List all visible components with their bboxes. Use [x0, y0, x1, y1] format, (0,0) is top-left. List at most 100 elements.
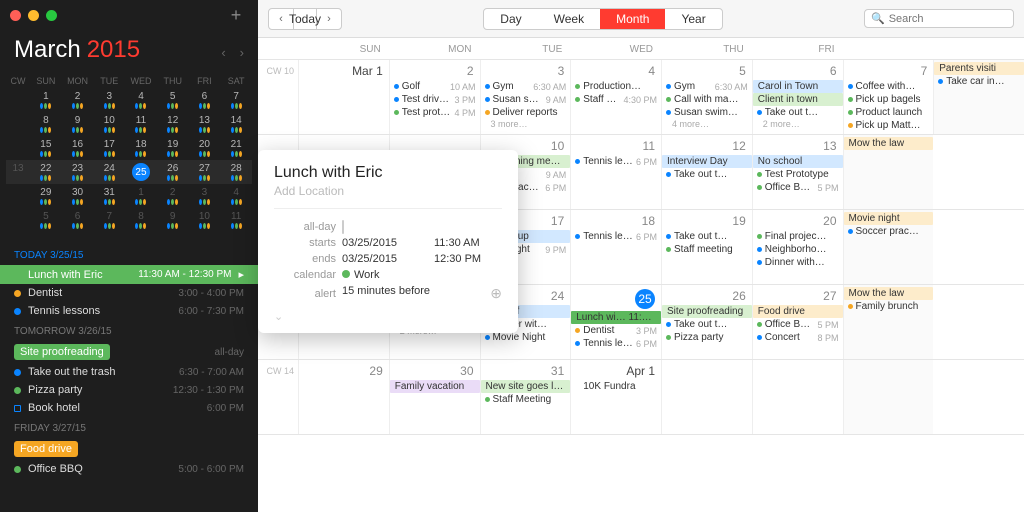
event-item[interactable]: Coffee with…	[844, 80, 934, 93]
zoom-icon[interactable]	[46, 10, 57, 21]
event-item[interactable]: Take car in…	[934, 75, 1024, 88]
agenda-item[interactable]: Book hotel6:00 PM	[0, 399, 258, 417]
event-item[interactable]: Concert8 PM	[753, 331, 843, 344]
day-cell[interactable]: Mow the law	[843, 135, 934, 209]
event-item[interactable]: Gym6:30 AM	[662, 80, 752, 93]
agenda-item[interactable]: Take out the trash6:30 - 7:00 AM	[0, 363, 258, 381]
event-item[interactable]: Tennis lessons6 PM	[571, 230, 661, 243]
agenda-item[interactable]: Food drive	[0, 438, 258, 460]
event-item[interactable]: Susan swim…	[662, 106, 752, 119]
event-item[interactable]: Take out t…	[753, 106, 843, 119]
popover-ends-date[interactable]: 03/25/2015	[342, 253, 428, 265]
event-popover[interactable]: Lunch with Eric Add Location all-day sta…	[258, 150, 518, 333]
more-events[interactable]: 3 more…	[481, 119, 571, 129]
event-item[interactable]: Test prototype4 PM	[390, 106, 480, 119]
search-input[interactable]	[889, 13, 1007, 25]
event-bar[interactable]: Site proofreading	[662, 305, 752, 318]
event-bar[interactable]: Mow the law	[844, 287, 934, 300]
event-item[interactable]: Tennis lessons6 PM	[571, 155, 661, 168]
day-cell[interactable]: 3Gym6:30 AMSusan swim…9 AMDeliver report…	[480, 60, 571, 134]
day-cell[interactable]: 20Final projec…Neighborho…Dinner with…	[752, 210, 843, 284]
event-bar[interactable]: Movie night	[844, 212, 934, 225]
event-bar[interactable]: Food drive	[753, 305, 843, 318]
day-cell[interactable]: 18Tennis lessons6 PM	[570, 210, 661, 284]
event-bar[interactable]: Lunch wi… 11:30 AM	[571, 311, 661, 324]
event-item[interactable]: Pick up Matt…	[844, 119, 934, 132]
event-bar[interactable]: Carol in Town	[753, 80, 843, 93]
next-month-icon[interactable]: ›	[240, 45, 244, 60]
popover-starts-time[interactable]: 11:30 AM	[434, 237, 502, 249]
event-item[interactable]: Test drive Te…3 PM	[390, 93, 480, 106]
view-day[interactable]: Day	[484, 9, 537, 29]
event-bar[interactable]: Client in town	[753, 93, 843, 106]
event-item[interactable]: Golf10 AM	[390, 80, 480, 93]
event-item[interactable]: Test Prototype	[753, 168, 843, 181]
day-cell[interactable]: Mow the lawFamily brunch	[843, 285, 934, 359]
popover-expand-icon[interactable]: ⌄	[274, 310, 502, 323]
day-cell[interactable]: 12Interview DayTake out t…	[661, 135, 752, 209]
event-bar[interactable]: New site goes live	[481, 380, 571, 393]
day-cell[interactable]: 6Carol in TownClient in townTake out t…2…	[752, 60, 843, 134]
event-item[interactable]: Susan swim…9 AM	[481, 93, 571, 106]
view-month[interactable]: Month	[600, 9, 665, 29]
popover-starts-date[interactable]: 03/25/2015	[342, 237, 428, 249]
day-cell[interactable]: Parents visitiTake car in…	[933, 60, 1024, 134]
event-bar[interactable]: Family vacation	[390, 380, 480, 393]
event-item[interactable]: 10K Fundra	[571, 380, 661, 393]
event-item[interactable]: Staff meeting	[662, 243, 752, 256]
search-field[interactable]: 🔍	[864, 9, 1014, 28]
agenda-item[interactable]: Office BBQ5:00 - 6:00 PM	[0, 460, 258, 478]
event-item[interactable]: Production…	[571, 80, 661, 93]
popover-location[interactable]: Add Location	[274, 184, 502, 198]
day-cell[interactable]: 7Coffee with…Pick up bagelsProduct launc…	[843, 60, 934, 134]
day-cell[interactable]: 29	[298, 360, 389, 434]
popover-title[interactable]: Lunch with Eric	[274, 164, 502, 182]
day-cell[interactable]: Mar 1	[298, 60, 389, 134]
day-cell[interactable]: 31New site goes liveStaff Meeting	[480, 360, 571, 434]
agenda-item[interactable]: Dentist3:00 - 4:00 PM	[0, 284, 258, 302]
day-cell[interactable]: Apr 110K Fundra	[570, 360, 661, 434]
event-item[interactable]: Neighborho…	[753, 243, 843, 256]
event-item[interactable]: Take out t…	[662, 318, 752, 331]
next-button[interactable]: ›	[317, 9, 341, 29]
more-events[interactable]: 2 more…	[753, 119, 843, 129]
event-item[interactable]: Pizza party	[662, 331, 752, 344]
popover-ends-time[interactable]: 12:30 PM	[434, 253, 502, 265]
day-cell[interactable]: 4Production…Staff meet…4:30 PM	[570, 60, 661, 134]
event-item[interactable]: Call with ma…	[662, 93, 752, 106]
allday-checkbox[interactable]	[342, 220, 344, 234]
event-bar[interactable]: Interview Day	[662, 155, 752, 168]
event-item[interactable]: Office BBQ5 PM	[753, 318, 843, 331]
day-cell[interactable]	[752, 360, 843, 434]
event-bar[interactable]: Parents visiti	[934, 62, 1024, 75]
day-cell[interactable]: 2Golf10 AMTest drive Te…3 PMTest prototy…	[389, 60, 480, 134]
day-cell[interactable]	[661, 360, 752, 434]
day-cell[interactable]: 30Family vacation	[389, 360, 480, 434]
day-cell[interactable]: Movie nightSoccer prac…	[843, 210, 934, 284]
event-item[interactable]: Take out t…	[662, 168, 752, 181]
event-item[interactable]: Staff meet…4:30 PM	[571, 93, 661, 106]
mini-calendar[interactable]: CWSUNMONTUEWEDTHUFRISAT12345678910111213…	[0, 74, 258, 240]
add-event-button[interactable]: +	[224, 3, 248, 27]
event-item[interactable]: Tennis lessons6 PM	[571, 337, 661, 350]
view-week[interactable]: Week	[538, 9, 600, 29]
event-item[interactable]: Soccer prac…	[844, 225, 934, 238]
popover-calendar-value[interactable]: Work	[342, 269, 428, 281]
day-cell[interactable]	[843, 360, 934, 434]
day-cell[interactable]: 11Tennis lessons6 PM	[570, 135, 661, 209]
event-item[interactable]: Gym6:30 AM	[481, 80, 571, 93]
day-cell[interactable]: 13No schoolTest PrototypeOffice BBQ5 PM	[752, 135, 843, 209]
agenda-item[interactable]: Tennis lessons6:00 - 7:30 PM	[0, 302, 258, 320]
event-item[interactable]: Dentist3 PM	[571, 324, 661, 337]
event-item[interactable]: Take out t…	[662, 230, 752, 243]
prev-month-icon[interactable]: ‹	[221, 45, 225, 60]
day-cell[interactable]: 25Lunch wi… 11:30 AMDentist3 PMTennis le…	[570, 285, 661, 359]
event-item[interactable]: Staff Meeting	[481, 393, 571, 406]
minimize-icon[interactable]	[28, 10, 39, 21]
close-icon[interactable]	[10, 10, 21, 21]
view-year[interactable]: Year	[665, 9, 721, 29]
agenda-item[interactable]: Pizza party12:30 - 1:30 PM	[0, 381, 258, 399]
event-bar[interactable]: No school	[753, 155, 843, 168]
day-cell[interactable]: 5Gym6:30 AMCall with ma…Susan swim…4 mor…	[661, 60, 752, 134]
day-cell[interactable]: 27Food driveOffice BBQ5 PMConcert8 PM	[752, 285, 843, 359]
